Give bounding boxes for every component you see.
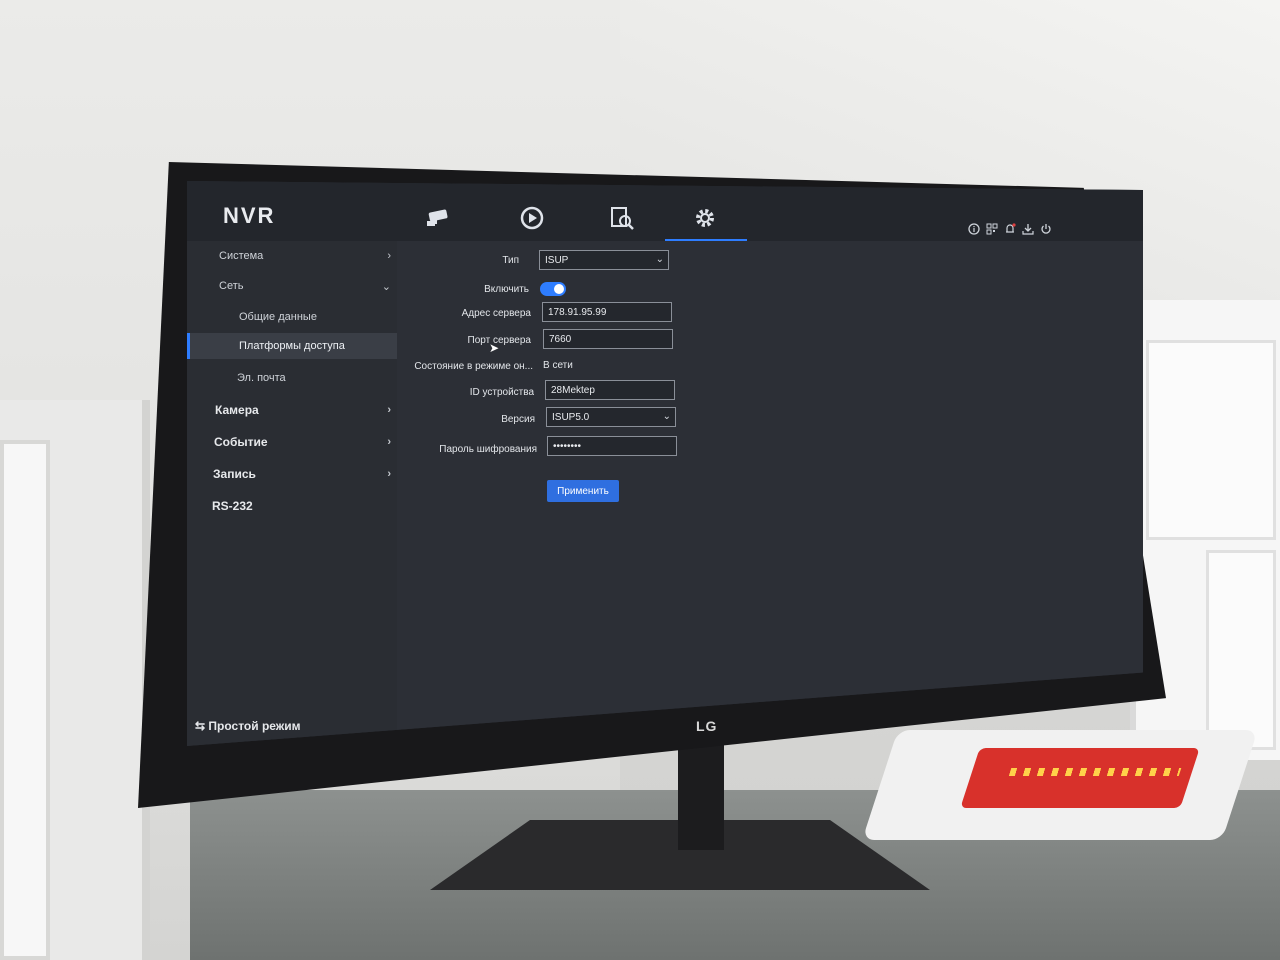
camera-icon[interactable] xyxy=(425,205,455,231)
router-stripe xyxy=(960,748,1200,808)
window-pane xyxy=(1206,550,1276,750)
search-icon[interactable] xyxy=(607,205,637,231)
chevron-down-icon: ⌄ xyxy=(662,411,671,422)
mouse-cursor-icon: ➤ xyxy=(489,341,500,355)
sidebar-item-system[interactable]: Система › xyxy=(187,243,397,269)
sidebar-item-label: RS-232 xyxy=(212,499,253,513)
playback-icon[interactable] xyxy=(517,205,547,231)
toggle-knob xyxy=(554,284,564,294)
sidebar-item-network[interactable]: Сеть ⌄ xyxy=(187,273,397,299)
alarm-icon[interactable] xyxy=(1003,222,1017,236)
chevron-down-icon: ⌄ xyxy=(655,254,664,265)
sidebar-item-label: Платформы доступа xyxy=(239,340,345,352)
monitor-brand-logo: LG xyxy=(696,718,718,734)
router-leds xyxy=(1008,768,1182,776)
server-address-label: Адрес сервера xyxy=(461,308,531,319)
sidebar-item-platform-access[interactable]: Платформы доступа xyxy=(187,333,397,359)
download-icon[interactable] xyxy=(1021,222,1035,236)
online-state-value: В сети xyxy=(543,360,573,371)
encryption-password-label: Пароль шифрования xyxy=(439,444,537,455)
type-label: Тип xyxy=(502,255,519,266)
settings-sidebar: Система › Сеть ⌄ Общие данные Платформы … xyxy=(187,241,397,746)
info-icon[interactable] xyxy=(967,222,981,236)
platform-access-form: Тип ISUP ⌄ Включить Адрес сервера 178.91… xyxy=(397,241,1143,746)
version-label: Версия xyxy=(501,414,535,425)
device-id-input[interactable]: 28Mektep xyxy=(545,380,675,400)
door-left xyxy=(0,400,150,960)
sidebar-item-label: Сеть xyxy=(219,280,244,292)
sidebar-item-label: Камера xyxy=(215,403,259,417)
sidebar-item-record[interactable]: Запись › xyxy=(187,461,397,487)
version-select[interactable]: ISUP5.0 ⌄ xyxy=(546,407,676,427)
sidebar-item-rs232[interactable]: RS-232 xyxy=(187,493,397,519)
settings-icon[interactable] xyxy=(690,205,720,231)
monitor-stand-neck xyxy=(678,740,724,850)
type-select[interactable]: ISUP ⌄ xyxy=(539,250,669,270)
version-select-value: ISUP5.0 xyxy=(552,412,590,423)
simple-mode-toggle[interactable]: ⇆ Простой режим xyxy=(195,719,301,733)
sidebar-item-camera[interactable]: Камера › xyxy=(187,397,397,423)
encryption-password-input[interactable]: •••••••• xyxy=(547,436,677,456)
nvr-screen: NVR Система › Сеть ⌄ Общие данные Платфо… xyxy=(187,181,1143,746)
qr-icon[interactable] xyxy=(985,222,999,236)
sidebar-item-label: Общие данные xyxy=(239,311,317,323)
device-id-label: ID устройства xyxy=(469,387,534,398)
sidebar-item-general[interactable]: Общие данные xyxy=(187,304,397,330)
window-pane xyxy=(1146,340,1276,540)
enable-label: Включить xyxy=(484,284,529,295)
online-state-label: Состояние в режиме он... xyxy=(414,361,533,372)
sidebar-item-email[interactable]: Эл. почта xyxy=(187,365,397,391)
apply-button[interactable]: Применить xyxy=(547,480,619,502)
type-select-value: ISUP xyxy=(545,255,569,266)
app-logo: NVR xyxy=(223,203,276,228)
enable-toggle[interactable] xyxy=(540,282,566,296)
chevron-right-icon: › xyxy=(387,468,391,480)
sidebar-item-label: Событие xyxy=(214,435,268,449)
server-port-label: Порт сервера xyxy=(467,335,531,346)
sidebar-item-label: Эл. почта xyxy=(237,372,286,384)
sidebar-item-label: Запись xyxy=(213,467,256,481)
server-address-input[interactable]: 178.91.95.99 xyxy=(542,302,672,322)
server-port-input[interactable]: 7660 xyxy=(543,329,673,349)
top-bar: NVR xyxy=(187,181,1143,242)
power-icon[interactable] xyxy=(1039,222,1053,236)
sidebar-item-label: Система xyxy=(219,250,264,262)
sidebar-item-event[interactable]: Событие › xyxy=(187,429,397,455)
door-pane xyxy=(0,440,50,960)
